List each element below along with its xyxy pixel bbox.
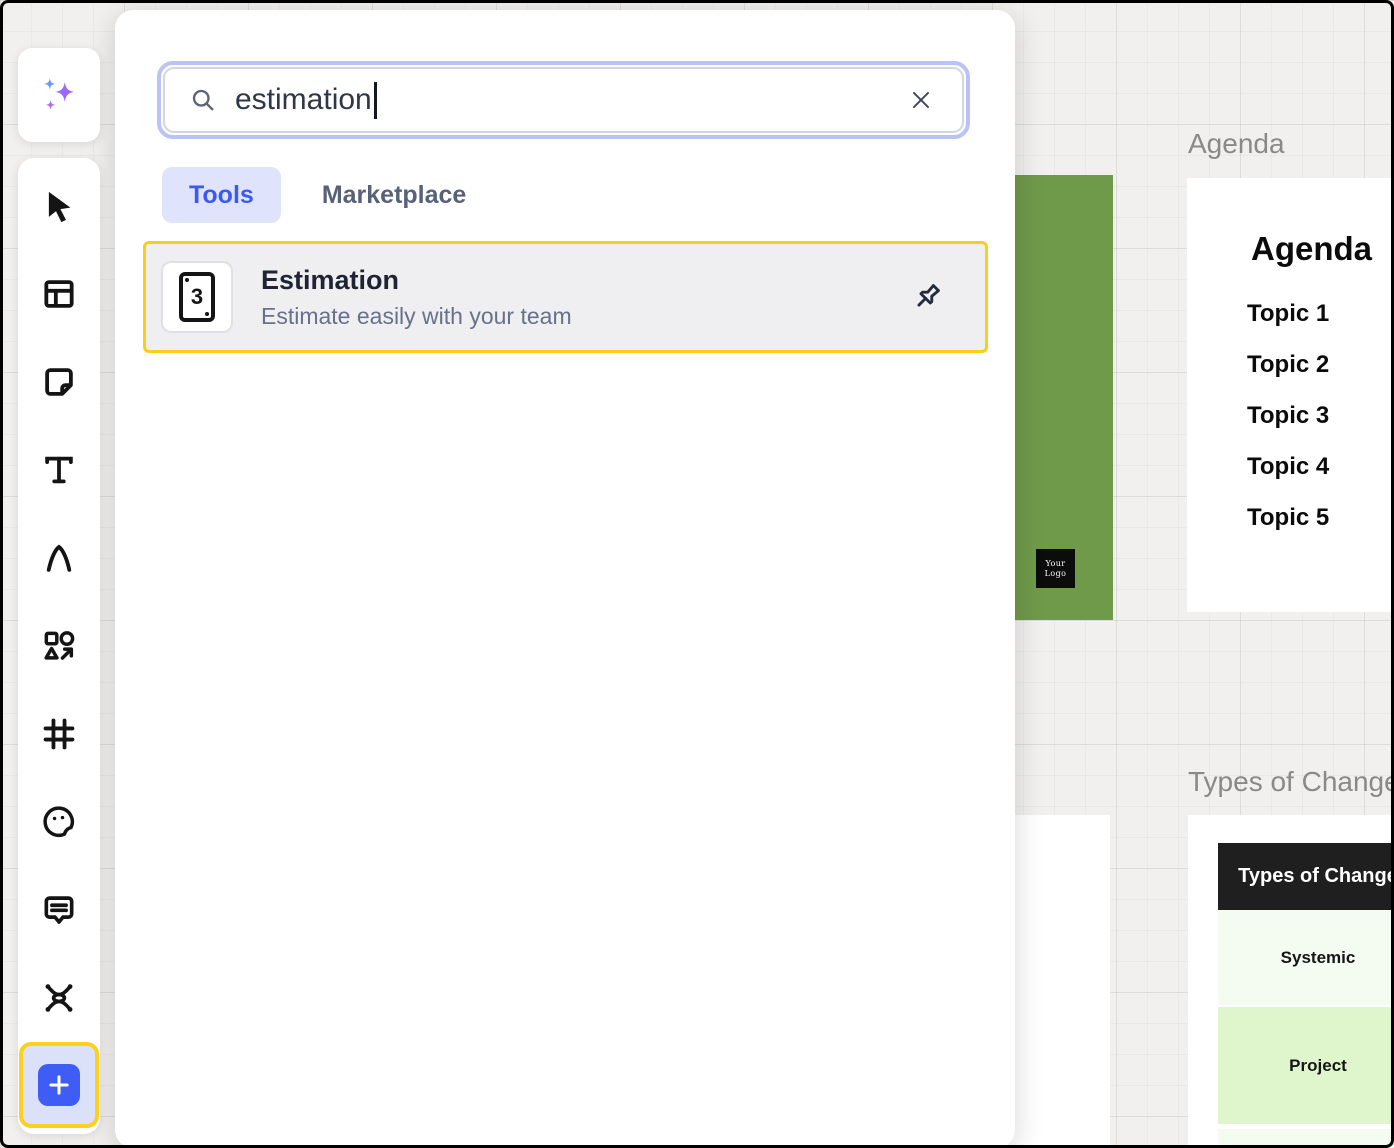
apps-search-panel: estimation Tools Marketplace 3 bbox=[115, 10, 1015, 1148]
search-tabs: Tools Marketplace bbox=[162, 167, 466, 223]
agenda-topic-list: Topic 1 Topic 2 Topic 3 Topic 4 Topic 5 bbox=[1247, 288, 1329, 543]
card-number: 3 bbox=[191, 284, 203, 310]
agenda-card[interactable]: Agenda Topic 1 Topic 2 Topic 3 Topic 4 T… bbox=[1187, 178, 1394, 612]
result-text-block: Estimation Estimate easily with your tea… bbox=[261, 265, 572, 330]
your-logo-placeholder[interactable]: Your Logo bbox=[1036, 549, 1075, 588]
templates-tool[interactable] bbox=[37, 274, 81, 314]
table-header: Types of Change bbox=[1218, 843, 1394, 910]
logo-line-1: Your bbox=[1046, 559, 1066, 569]
text-caret bbox=[374, 82, 377, 119]
estimation-app-icon-box: 3 bbox=[161, 261, 233, 333]
table-cell-label: Project bbox=[1289, 1056, 1347, 1076]
result-title: Estimation bbox=[261, 265, 572, 296]
shapes-icon bbox=[40, 627, 78, 665]
search-input[interactable]: estimation bbox=[163, 67, 964, 133]
frame-icon bbox=[40, 715, 78, 753]
pen-tool[interactable] bbox=[37, 538, 81, 578]
ai-assist-button[interactable] bbox=[18, 48, 100, 142]
app-screen: Agenda Your Logo Agenda Topic 1 Topic 2 … bbox=[0, 0, 1394, 1148]
frame-label-types-of-change[interactable]: Types of Change bbox=[1188, 766, 1394, 798]
sticky-note-tool[interactable] bbox=[37, 362, 81, 402]
sticky-note-icon bbox=[40, 363, 78, 401]
connector-icon bbox=[40, 979, 78, 1017]
add-apps-button[interactable] bbox=[19, 1042, 99, 1128]
frame-label-agenda[interactable]: Agenda bbox=[1188, 128, 1285, 160]
comment-icon bbox=[40, 891, 78, 929]
clear-search-button[interactable] bbox=[904, 83, 938, 117]
emoji-sticker-icon bbox=[40, 803, 78, 841]
result-subtitle: Estimate easily with your team bbox=[261, 303, 572, 330]
magnifier-icon bbox=[189, 86, 217, 114]
types-of-change-table[interactable]: Types of Change Systemic Project bbox=[1218, 843, 1394, 1148]
table-row-systemic: Systemic bbox=[1218, 910, 1394, 1007]
agenda-topic: Topic 3 bbox=[1247, 390, 1329, 441]
search-result-estimation[interactable]: 3 Estimation Estimate easily with your t… bbox=[143, 241, 988, 353]
table-row-partial bbox=[1218, 1129, 1394, 1148]
pin-app-button[interactable] bbox=[905, 275, 949, 319]
agenda-topic: Topic 5 bbox=[1247, 492, 1329, 543]
frame-tool[interactable] bbox=[37, 714, 81, 754]
agenda-topic: Topic 4 bbox=[1247, 441, 1329, 492]
shapes-tool[interactable] bbox=[37, 626, 81, 666]
agenda-topic: Topic 2 bbox=[1247, 339, 1329, 390]
estimation-card-icon: 3 bbox=[179, 272, 215, 322]
table-cell-label: Systemic bbox=[1281, 948, 1356, 968]
connector-lines-tool[interactable] bbox=[37, 978, 81, 1018]
types-of-change-frame[interactable]: Types of Change Systemic Project bbox=[1188, 815, 1394, 1148]
stickers-emoji-tool[interactable] bbox=[37, 802, 81, 842]
agenda-topic: Topic 1 bbox=[1247, 288, 1329, 339]
tool-sidebar bbox=[18, 158, 100, 1134]
plus-icon bbox=[46, 1072, 72, 1098]
search-query-text: estimation bbox=[235, 83, 372, 117]
agenda-card-title: Agenda bbox=[1251, 230, 1372, 268]
cursor-icon bbox=[40, 187, 78, 225]
pushpin-icon bbox=[909, 279, 945, 315]
comment-tool[interactable] bbox=[37, 890, 81, 930]
text-icon bbox=[40, 451, 78, 489]
plus-button-square bbox=[38, 1064, 80, 1106]
pen-icon bbox=[40, 539, 78, 577]
card-dot bbox=[185, 278, 189, 282]
card-dot bbox=[205, 312, 209, 316]
sparkles-icon bbox=[36, 72, 82, 118]
text-tool[interactable] bbox=[37, 450, 81, 490]
table-row-project: Project bbox=[1218, 1007, 1394, 1129]
tab-marketplace[interactable]: Marketplace bbox=[322, 181, 467, 210]
select-cursor-tool[interactable] bbox=[37, 186, 81, 226]
tab-tools[interactable]: Tools bbox=[162, 167, 281, 223]
templates-icon bbox=[40, 275, 78, 313]
logo-line-2: Logo bbox=[1045, 569, 1067, 579]
close-icon bbox=[908, 87, 934, 113]
search-input-wrapper: estimation bbox=[157, 61, 970, 139]
